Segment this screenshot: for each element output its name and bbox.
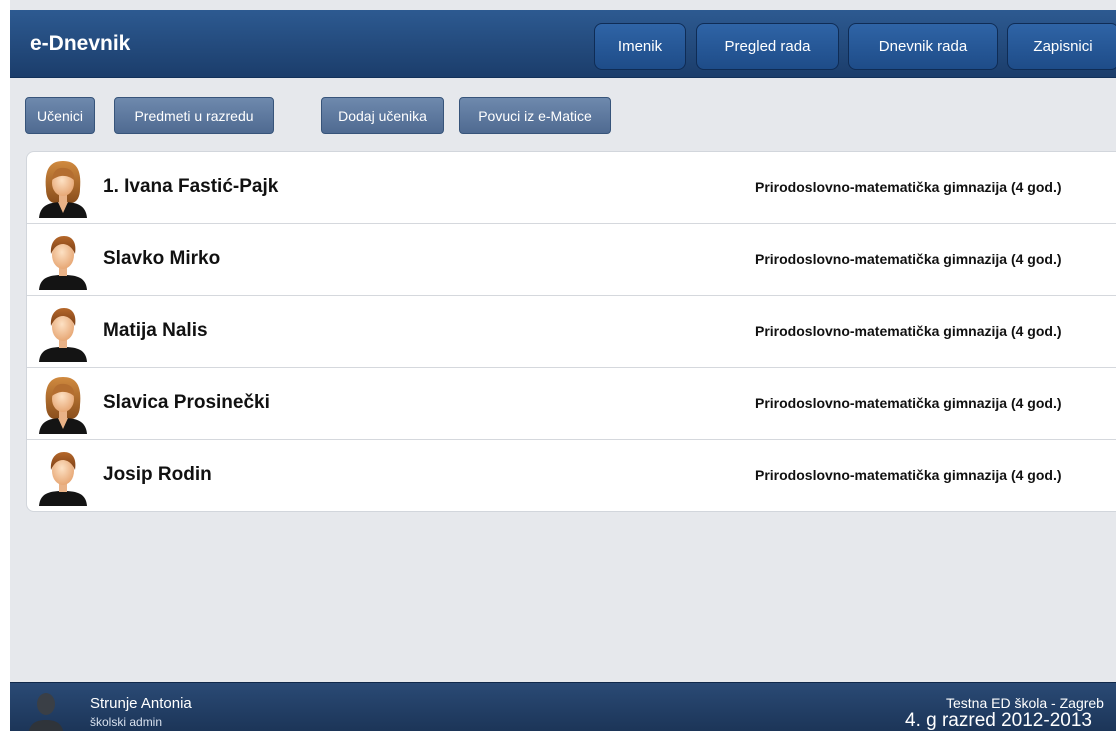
nav-zapisnici-button[interactable]: Zapisnici (1007, 23, 1116, 70)
pull-from-ematica-button-label: Povuci iz e-Matice (478, 107, 592, 124)
nav-imenik-label: Imenik (617, 38, 663, 55)
nav-zapisnici-label: Zapisnici (1033, 38, 1093, 55)
nav-imenik-button[interactable]: Imenik (594, 23, 686, 70)
nav-pregled-rada-label: Pregled rada (724, 38, 811, 55)
female-avatar-icon (39, 377, 87, 434)
class-label: 4. g razred 2012-2013 (905, 710, 1092, 731)
student-list: 1. Ivana Fastić-Pajk Prirodoslovno-matem… (26, 151, 1116, 512)
user-name: Strunje Antonia (90, 695, 192, 712)
student-row[interactable]: Josip Rodin Prirodoslovno-matematička gi… (27, 440, 1116, 511)
male-avatar-icon (39, 452, 87, 506)
male-avatar-icon (39, 308, 87, 362)
add-student-button[interactable]: Dodaj učenika (321, 97, 444, 134)
student-program: Prirodoslovno-matematička gimnazija (4 g… (755, 323, 1062, 339)
student-row[interactable]: Slavica Prosinečki Prirodoslovno-matemat… (27, 368, 1116, 440)
footer-bar: Strunje Antonia školski admin Testna ED … (10, 682, 1116, 731)
student-name: 1. Ivana Fastić-Pajk (103, 176, 279, 197)
school-name: Testna ED škola - Zagreb (946, 695, 1104, 711)
user-role: školski admin (90, 715, 163, 729)
student-row[interactable]: 1. Ivana Fastić-Pajk Prirodoslovno-matem… (27, 152, 1116, 224)
class-subjects-button[interactable]: Predmeti u razredu (114, 97, 274, 134)
pull-from-ematica-button[interactable]: Povuci iz e-Matice (459, 97, 611, 134)
nav-dnevnik-rada-button[interactable]: Dnevnik rada (848, 23, 998, 70)
student-program: Prirodoslovno-matematička gimnazija (4 g… (755, 179, 1062, 195)
female-avatar-icon (39, 161, 87, 218)
male-avatar-icon (39, 236, 87, 290)
add-student-button-label: Dodaj učenika (338, 107, 427, 124)
student-program: Prirodoslovno-matematička gimnazija (4 g… (755, 251, 1062, 267)
student-row[interactable]: Matija Nalis Prirodoslovno-matematička g… (27, 296, 1116, 368)
nav-dnevnik-rada-label: Dnevnik rada (878, 38, 968, 55)
class-subjects-button-label: Predmeti u razredu (134, 107, 254, 124)
student-program: Prirodoslovno-matematička gimnazija (4 g… (755, 467, 1062, 483)
student-name: Josip Rodin (103, 464, 212, 485)
header-bar: e-Dnevnik Imenik Pregled rada Dnevnik ra… (10, 10, 1116, 78)
student-program: Prirodoslovno-matematička gimnazija (4 g… (755, 395, 1062, 411)
app-window: e-Dnevnik Imenik Pregled rada Dnevnik ra… (10, 0, 1116, 731)
student-name: Slavko Mirko (103, 248, 221, 269)
students-button[interactable]: Učenici (25, 97, 95, 134)
app-title: e-Dnevnik (30, 32, 131, 55)
students-button-label: Učenici (37, 107, 83, 124)
student-row[interactable]: Slavko Mirko Prirodoslovno-matematička g… (27, 224, 1116, 296)
student-name: Slavica Prosinečki (103, 392, 270, 413)
user-avatar-icon (28, 693, 64, 731)
nav-pregled-rada-button[interactable]: Pregled rada (696, 23, 839, 70)
student-name: Matija Nalis (103, 320, 208, 341)
